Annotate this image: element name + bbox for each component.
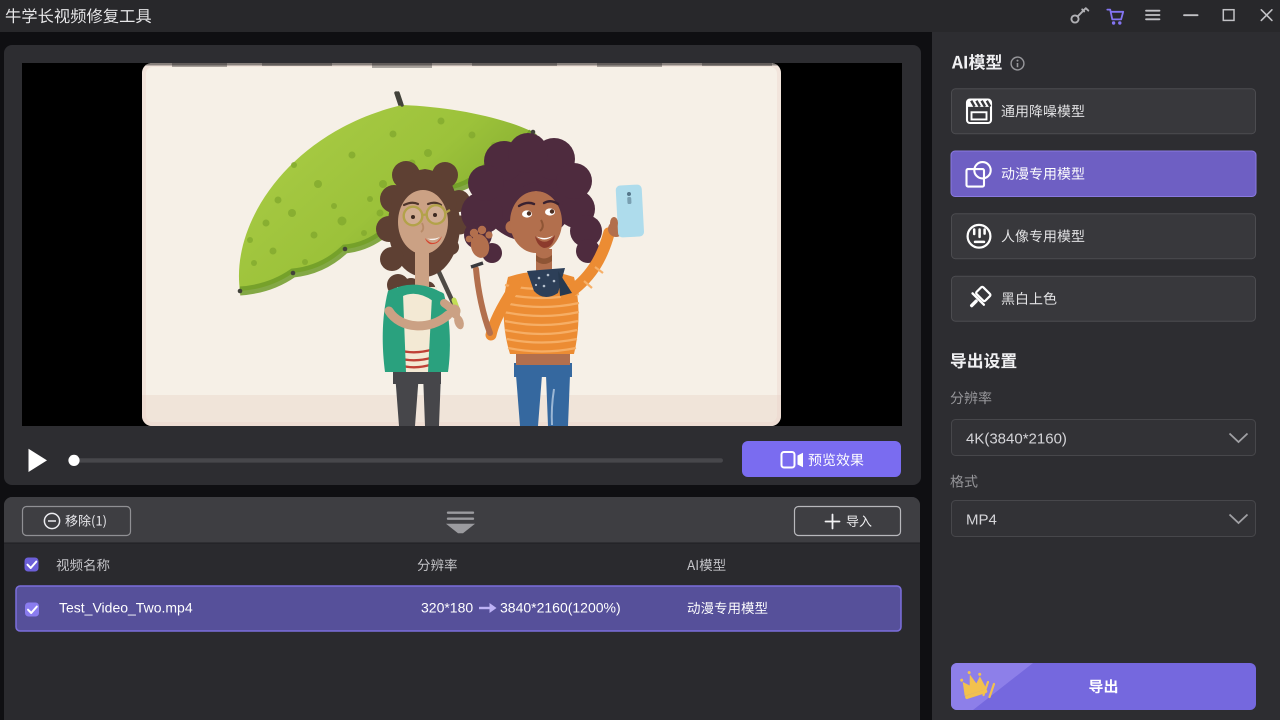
svg-text:3840*2160(1200%): 3840*2160(1200%) xyxy=(500,600,621,616)
svg-text:4K(3840*2160): 4K(3840*2160) xyxy=(966,431,1067,448)
svg-text:Test_Video_Two.mp4: Test_Video_Two.mp4 xyxy=(59,600,193,616)
svg-text:320*180: 320*180 xyxy=(421,600,473,616)
svg-text:MP4: MP4 xyxy=(966,512,997,529)
